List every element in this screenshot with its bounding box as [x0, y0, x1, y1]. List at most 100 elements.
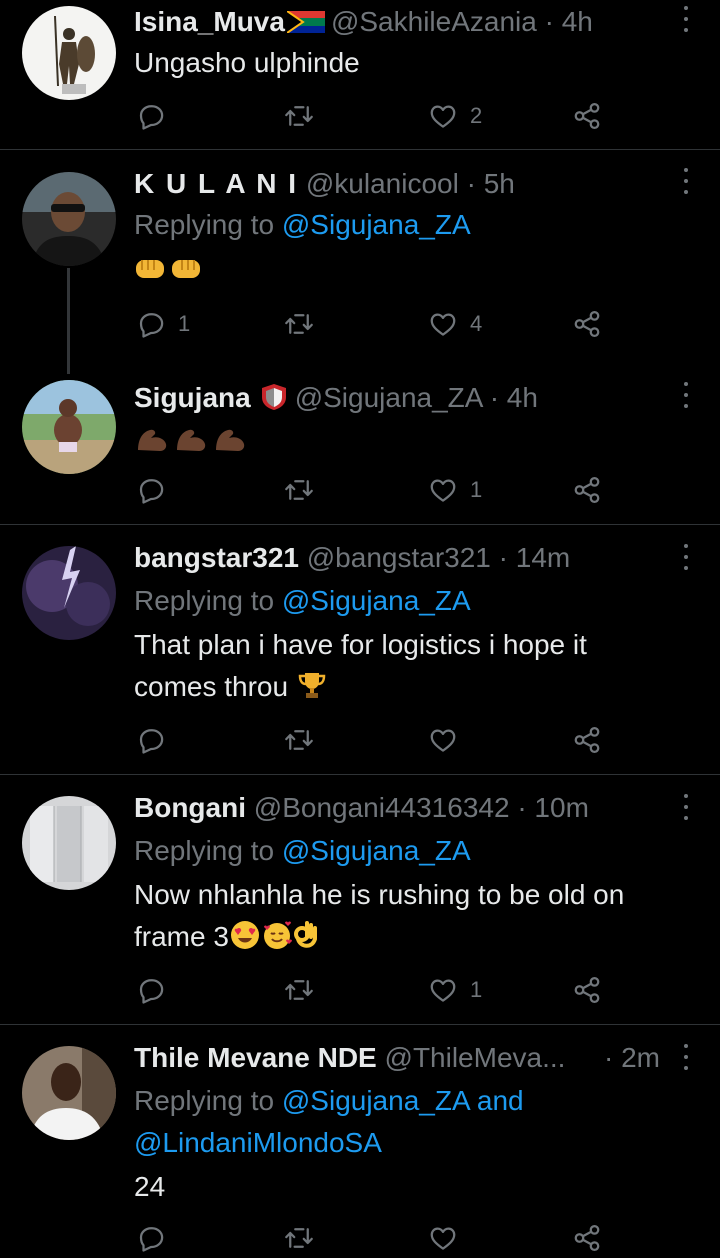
- handle[interactable]: @kulanicool: [306, 168, 459, 199]
- reply-icon[interactable]: [136, 470, 166, 510]
- retweet-icon[interactable]: [284, 1218, 314, 1258]
- timestamp[interactable]: · 2m: [604, 1038, 660, 1078]
- mention-link[interactable]: @Sigujana_ZA: [282, 585, 471, 616]
- flexed-arm-emojis: [134, 424, 248, 454]
- tweet-actions: [0, 720, 720, 760]
- tweet[interactable]: Isina_Muva @SakhileAzania · 4h Ungasho ul…: [0, 0, 720, 150]
- retweet-icon[interactable]: [284, 970, 314, 1010]
- handle[interactable]: @Bongani44316342: [254, 792, 510, 823]
- tweet-actions: 1: [0, 470, 720, 510]
- mention-link[interactable]: @Sigujana_ZA: [282, 209, 471, 240]
- replying-to: Replying to @Sigujana_ZA: [134, 204, 471, 246]
- reply-icon: [136, 309, 166, 339]
- tweet-actions: 2: [0, 96, 720, 136]
- avatar[interactable]: [22, 546, 116, 640]
- handle[interactable]: @Sigujana_ZA: [295, 382, 482, 413]
- display-name[interactable]: Sigujana: [134, 382, 251, 413]
- avatar[interactable]: [22, 172, 116, 266]
- heart-icon: [428, 475, 458, 505]
- tweet-text-line: That plan i have for logistics i hope it: [134, 629, 587, 660]
- tweet-text: Now nhlanhla he is rushing to be old on …: [134, 874, 624, 958]
- more-icon[interactable]: [682, 544, 690, 570]
- avatar[interactable]: [22, 6, 116, 100]
- mention-link[interactable]: @Sigujana_ZA: [282, 835, 471, 866]
- replying-and: and: [476, 1085, 524, 1116]
- more-icon[interactable]: [682, 6, 690, 32]
- trophy-emoji: [298, 673, 326, 698]
- reply-button[interactable]: 1: [136, 304, 190, 344]
- like-button[interactable]: 1: [428, 970, 482, 1010]
- tweet-actions: 1 4: [0, 304, 720, 344]
- handle[interactable]: @ThileMeva...: [385, 1042, 566, 1073]
- like-button[interactable]: 1: [428, 470, 482, 510]
- reply-icon[interactable]: [136, 96, 166, 136]
- display-name[interactable]: Bongani: [134, 792, 246, 823]
- heart-icon[interactable]: [428, 1218, 458, 1258]
- ok-hand-emoji: [293, 921, 317, 948]
- share-icon[interactable]: [572, 96, 602, 136]
- replying-prefix: Replying to: [134, 835, 275, 866]
- replying-to: Replying to @Sigujana_ZA and: [134, 1080, 524, 1122]
- more-icon[interactable]: [682, 168, 690, 194]
- retweet-icon[interactable]: [284, 470, 314, 510]
- tweet-text-line: frame 3: [134, 921, 229, 952]
- avatar[interactable]: [22, 1046, 116, 1140]
- more-icon[interactable]: [682, 1044, 690, 1070]
- reply-icon[interactable]: [136, 720, 166, 760]
- more-icon[interactable]: [682, 382, 690, 408]
- share-icon[interactable]: [572, 970, 602, 1010]
- heart-icon[interactable]: [428, 720, 458, 760]
- like-count: 2: [470, 103, 483, 128]
- mention-link[interactable]: @LindaniMlondoSA: [134, 1127, 382, 1158]
- like-count: 1: [470, 977, 483, 1002]
- avatar[interactable]: [22, 796, 116, 890]
- reply-count: 1: [178, 311, 191, 336]
- display-name[interactable]: K U L A N I: [134, 168, 298, 199]
- handle[interactable]: @bangstar321: [307, 542, 491, 573]
- tweet[interactable]: Thile Mevane NDE @ThileMeva... · 2m Repl…: [0, 1038, 720, 1242]
- timestamp[interactable]: · 10m: [517, 792, 589, 823]
- display-name[interactable]: bangstar321: [134, 542, 299, 573]
- handle[interactable]: @SakhileAzania: [331, 6, 537, 37]
- tweet[interactable]: bangstar321 @bangstar321 · 14m Replying …: [0, 538, 720, 774]
- retweet-icon[interactable]: [284, 720, 314, 760]
- tweet-text-line: Now nhlanhla he is rushing to be old on: [134, 879, 625, 910]
- tweet[interactable]: K U L A N I @kulanicool · 5h Replying to…: [0, 162, 720, 368]
- tweet-text: 24: [134, 1171, 166, 1202]
- timestamp[interactable]: · 4h: [490, 382, 538, 413]
- like-count: 4: [470, 311, 483, 336]
- replying-to: Replying to @Sigujana_ZA: [134, 830, 471, 872]
- display-name[interactable]: Thile Mevane NDE: [134, 1042, 377, 1073]
- share-icon[interactable]: [572, 1218, 602, 1258]
- reply-icon[interactable]: [136, 970, 166, 1010]
- tweet-header: bangstar321 @bangstar321 · 14m: [134, 538, 570, 578]
- replying-prefix: Replying to: [134, 209, 275, 240]
- reply-icon[interactable]: [136, 1218, 166, 1258]
- tweet[interactable]: Sigujana @Sigujana_ZA · 4h 1: [0, 376, 720, 524]
- heart-eyes-emoji: [230, 921, 259, 949]
- display-name[interactable]: Isina_Muva: [134, 6, 285, 37]
- fist-emojis: [134, 254, 202, 282]
- replying-prefix: Replying to: [134, 585, 275, 616]
- tweet-text: That plan i have for logistics i hope it…: [134, 624, 587, 708]
- share-icon[interactable]: [572, 720, 602, 760]
- share-icon[interactable]: [572, 470, 602, 510]
- divider: [0, 149, 720, 150]
- divider: [0, 524, 720, 525]
- more-icon[interactable]: [682, 794, 690, 820]
- like-button[interactable]: 2: [428, 96, 482, 136]
- retweet-icon[interactable]: [284, 304, 314, 344]
- retweet-icon[interactable]: [284, 96, 314, 136]
- tweet[interactable]: Bongani @Bongani44316342 · 10m Replying …: [0, 788, 720, 1024]
- timestamp[interactable]: · 14m: [499, 542, 571, 573]
- like-count: 1: [470, 477, 483, 502]
- tweet-actions: 1: [0, 970, 720, 1010]
- replying-to-second: @LindaniMlondoSA: [134, 1122, 382, 1164]
- timestamp[interactable]: · 5h: [467, 168, 515, 199]
- like-button[interactable]: 4: [428, 304, 482, 344]
- divider: [0, 774, 720, 775]
- avatar[interactable]: [22, 380, 116, 474]
- timestamp[interactable]: · 4h: [545, 6, 593, 37]
- share-icon[interactable]: [572, 304, 602, 344]
- mention-link[interactable]: @Sigujana_ZA: [282, 1085, 469, 1116]
